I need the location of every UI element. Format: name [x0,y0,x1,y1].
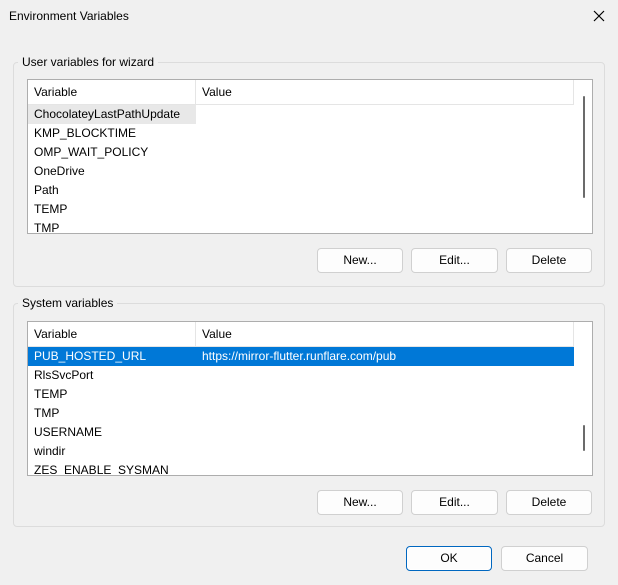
ok-button[interactable]: OK [406,546,492,571]
variable-value [196,366,574,385]
vertical-scrollbar[interactable] [575,80,592,233]
user-edit-button[interactable]: Edit... [411,248,498,273]
system-delete-button[interactable]: Delete [506,490,592,515]
table-row[interactable]: TEMP [28,200,574,219]
list-rows: PUB_HOSTED_URL https://mirror-flutter.ru… [28,347,574,476]
column-header-value[interactable]: Value [196,80,574,104]
variable-name: ZES_ENABLE_SYSMAN [34,463,169,476]
variable-value [196,162,574,181]
variable-value [196,385,574,404]
variable-name: ChocolateyLastPathUpdate [28,105,196,124]
variable-value [196,423,574,442]
table-row[interactable]: OMP_WAIT_POLICY [28,143,574,162]
variable-name: TMP [34,406,60,420]
column-header-value[interactable]: Value [196,322,574,346]
scrollbar-thumb[interactable] [583,425,585,451]
scrollbar-thumb[interactable] [583,96,585,198]
list-rows: ChocolateyLastPathUpdate KMP_BLOCKTIME O… [28,105,574,234]
user-new-button[interactable]: New... [317,248,403,273]
table-row[interactable]: Path [28,181,574,200]
cancel-button[interactable]: Cancel [501,546,588,571]
column-header-variable[interactable]: Variable [28,80,196,104]
variable-name: TEMP [34,387,68,401]
variable-value [196,124,574,143]
variable-value [196,105,574,124]
table-row[interactable]: RlsSvcPort [28,366,574,385]
table-row[interactable]: windir [28,442,574,461]
variable-value [196,461,574,475]
user-variables-list[interactable]: Variable Value ChocolateyLastPathUpdate … [27,79,593,234]
variable-value [196,442,574,461]
variable-name: TMP [34,221,60,234]
user-variables-label: User variables for wizard [18,55,159,69]
environment-variables-dialog: Environment Variables User variables for… [0,0,618,585]
system-variables-label: System variables [18,296,118,310]
variable-name: OneDrive [34,164,85,178]
variable-value [196,200,574,219]
variable-name: OMP_WAIT_POLICY [34,145,149,159]
user-delete-button[interactable]: Delete [506,248,592,273]
variable-name: RlsSvcPort [34,368,94,382]
table-row[interactable]: ZES_ENABLE_SYSMAN [28,461,574,476]
table-row[interactable]: TMP [28,404,574,423]
variable-name: KMP_BLOCKTIME [34,126,137,140]
table-row[interactable]: KMP_BLOCKTIME [28,124,574,143]
variable-value [196,143,574,162]
window-title: Environment Variables [9,9,129,23]
list-header: Variable Value [28,80,574,105]
variable-value: https://mirror-flutter.runflare.com/pub [202,349,397,363]
table-row[interactable]: OneDrive [28,162,574,181]
variable-name: windir [34,444,66,458]
table-row-selected[interactable]: PUB_HOSTED_URL https://mirror-flutter.ru… [28,347,574,366]
column-header-variable[interactable]: Variable [28,322,196,346]
system-variables-list[interactable]: Variable Value PUB_HOSTED_URL https://mi… [27,321,593,476]
list-header: Variable Value [28,322,574,347]
vertical-scrollbar[interactable] [575,322,592,475]
variable-name: TEMP [34,202,68,216]
table-row[interactable]: TMP [28,219,574,234]
variable-value [196,181,574,200]
system-edit-button[interactable]: Edit... [411,490,498,515]
variable-name: PUB_HOSTED_URL [34,349,147,363]
variable-name: Path [34,183,59,197]
variable-name: USERNAME [34,425,103,439]
close-icon [593,10,605,22]
variable-value [196,219,574,233]
table-row[interactable]: TEMP [28,385,574,404]
title-bar: Environment Variables [0,0,618,32]
table-row[interactable]: USERNAME [28,423,574,442]
variable-value [196,404,574,423]
close-button[interactable] [586,4,612,28]
system-new-button[interactable]: New... [317,490,403,515]
table-row[interactable]: ChocolateyLastPathUpdate [28,105,574,124]
